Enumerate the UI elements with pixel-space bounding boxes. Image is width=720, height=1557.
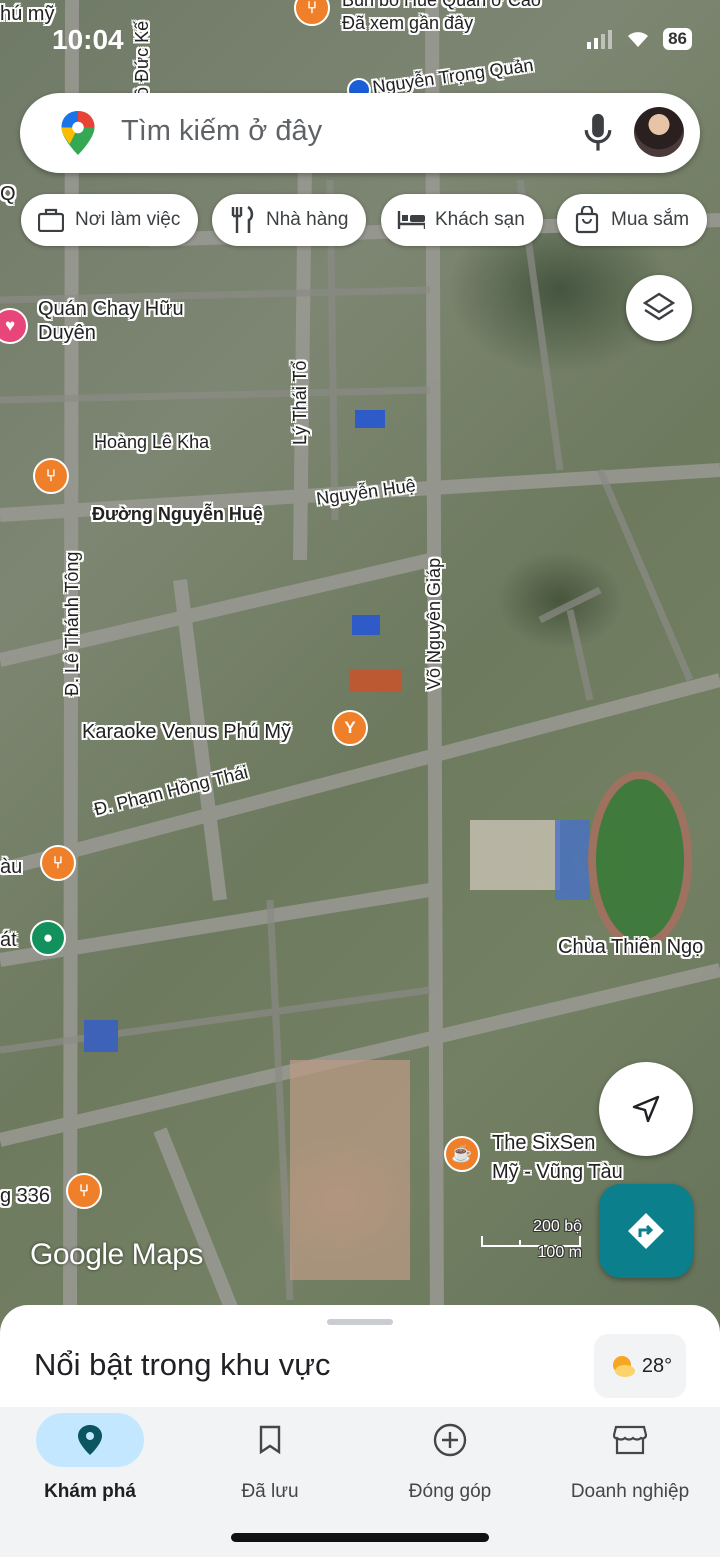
search-bar[interactable]: Tìm kiếm ở đây — [20, 93, 700, 173]
sheet-title: Nổi bật trong khu vực — [34, 1347, 331, 1382]
sheet-drag-handle[interactable] — [327, 1319, 393, 1325]
map-label-chua: Chùa Thiên Ngọ — [558, 936, 704, 958]
restaurant-icon — [228, 206, 256, 234]
chip-shopping[interactable]: Mua sắm — [557, 194, 708, 246]
home-indicator[interactable] — [231, 1533, 489, 1542]
scale-imperial: 200 bộ — [533, 1218, 582, 1235]
chip-label: Nơi làm việc — [75, 209, 181, 230]
map-label-recent-top: Bún bò Huế Quán ở Cao — [342, 0, 541, 10]
explore-pin-icon — [78, 1425, 102, 1455]
status-time: 10:04 — [52, 24, 124, 55]
avatar[interactable] — [634, 107, 684, 157]
wifi-icon — [628, 32, 649, 47]
weather-temperature: 28° — [641, 1354, 673, 1377]
google-maps-logo-icon — [61, 111, 95, 155]
map-label-q: Q — [0, 183, 16, 205]
battery-indicator: 86 — [663, 28, 692, 50]
nav-explore[interactable]: Khám phá — [0, 1407, 180, 1503]
chip-workplace[interactable]: Nơi làm việc — [21, 194, 199, 246]
map-label-sixsen-1: The SixSen — [492, 1132, 596, 1154]
nav-label: Khám phá — [44, 1481, 136, 1502]
map-label-phu-my: hú mỹ — [0, 3, 55, 25]
microphone-icon[interactable] — [583, 111, 613, 155]
chip-label: Nhà hàng — [266, 209, 349, 230]
directions-icon — [628, 1213, 664, 1249]
map-label-hoang-le-kha: Hoàng Lê Kha — [94, 432, 210, 452]
weather-sun-cloud-icon — [612, 1356, 635, 1377]
directions-button[interactable] — [599, 1184, 693, 1278]
nav-label: Doanh nghiệp — [570, 1481, 690, 1502]
add-circle-icon — [433, 1423, 467, 1457]
map-label-karaoke: Karaoke Venus Phú Mỹ — [82, 721, 292, 743]
status-icons: 86 — [587, 28, 692, 50]
map-label-recent: Đã xem gần đây — [342, 13, 474, 33]
layers-button[interactable] — [626, 275, 692, 341]
signal-icon — [587, 30, 613, 49]
bookmark-icon — [259, 1425, 281, 1455]
chip-hotel[interactable]: Khách sạn — [381, 194, 543, 246]
chip-label: Khách sạn — [435, 209, 525, 230]
map-label-ly-thai-to: Lý Thái Tổ — [290, 360, 310, 445]
storefront-icon — [613, 1425, 647, 1455]
chip-label: Mua sắm — [611, 209, 690, 230]
restaurant-pin-icon[interactable]: ⑂ — [66, 1173, 102, 1209]
nav-label: Đã lưu — [241, 1481, 299, 1502]
nav-saved[interactable]: Đã lưu — [180, 1407, 360, 1503]
map-label-le-thanh-tong: Đ. Lê Thánh Tông — [62, 551, 82, 696]
map-label-at: át — [0, 929, 17, 951]
map-label-quan-chay: Quán Chay Hữu Duyên — [38, 298, 184, 344]
scale-metric: 100 m — [537, 1244, 582, 1261]
explore-sheet[interactable]: Nổi bật trong khu vực 28° — [0, 1305, 720, 1415]
weather-chip[interactable]: 28° — [594, 1334, 686, 1398]
briefcase-icon — [37, 206, 65, 234]
navigation-arrow-icon — [632, 1095, 660, 1123]
map-label-tau: àu — [0, 856, 23, 878]
restaurant-pin-icon[interactable]: ⑂ — [40, 845, 76, 881]
map-scale: 200 bộ 100 m — [480, 1218, 586, 1262]
chip-restaurant[interactable]: Nhà hàng — [212, 194, 367, 246]
restaurant-pin-icon[interactable]: ⑂ — [33, 458, 69, 494]
hotel-bed-icon — [397, 206, 425, 234]
nav-contribute[interactable]: Đóng góp — [360, 1407, 540, 1503]
search-input[interactable]: Tìm kiếm ở đây — [121, 115, 322, 148]
map-label-duong-nguyen-hue: Đường Nguyễn Huệ — [92, 504, 263, 524]
shopping-bag-icon — [573, 206, 601, 234]
bar-cocktail-pin-icon[interactable]: Y — [332, 710, 368, 746]
my-location-button[interactable] — [599, 1062, 693, 1156]
place-pin-icon[interactable]: ● — [30, 920, 66, 956]
map-label-road-336: g 336 — [0, 1185, 51, 1207]
layers-icon — [642, 292, 676, 321]
map-label-vo-nguyen-giap: Võ Nguyên Giáp — [424, 557, 444, 690]
google-maps-watermark: Google Maps — [30, 1238, 203, 1271]
nav-business[interactable]: Doanh nghiệp — [540, 1407, 720, 1503]
nav-label: Đóng góp — [408, 1481, 492, 1502]
map-label-sixsen-2: Mỹ - Vũng Tàu — [492, 1161, 623, 1183]
cafe-pin-icon[interactable]: ☕ — [444, 1136, 480, 1172]
